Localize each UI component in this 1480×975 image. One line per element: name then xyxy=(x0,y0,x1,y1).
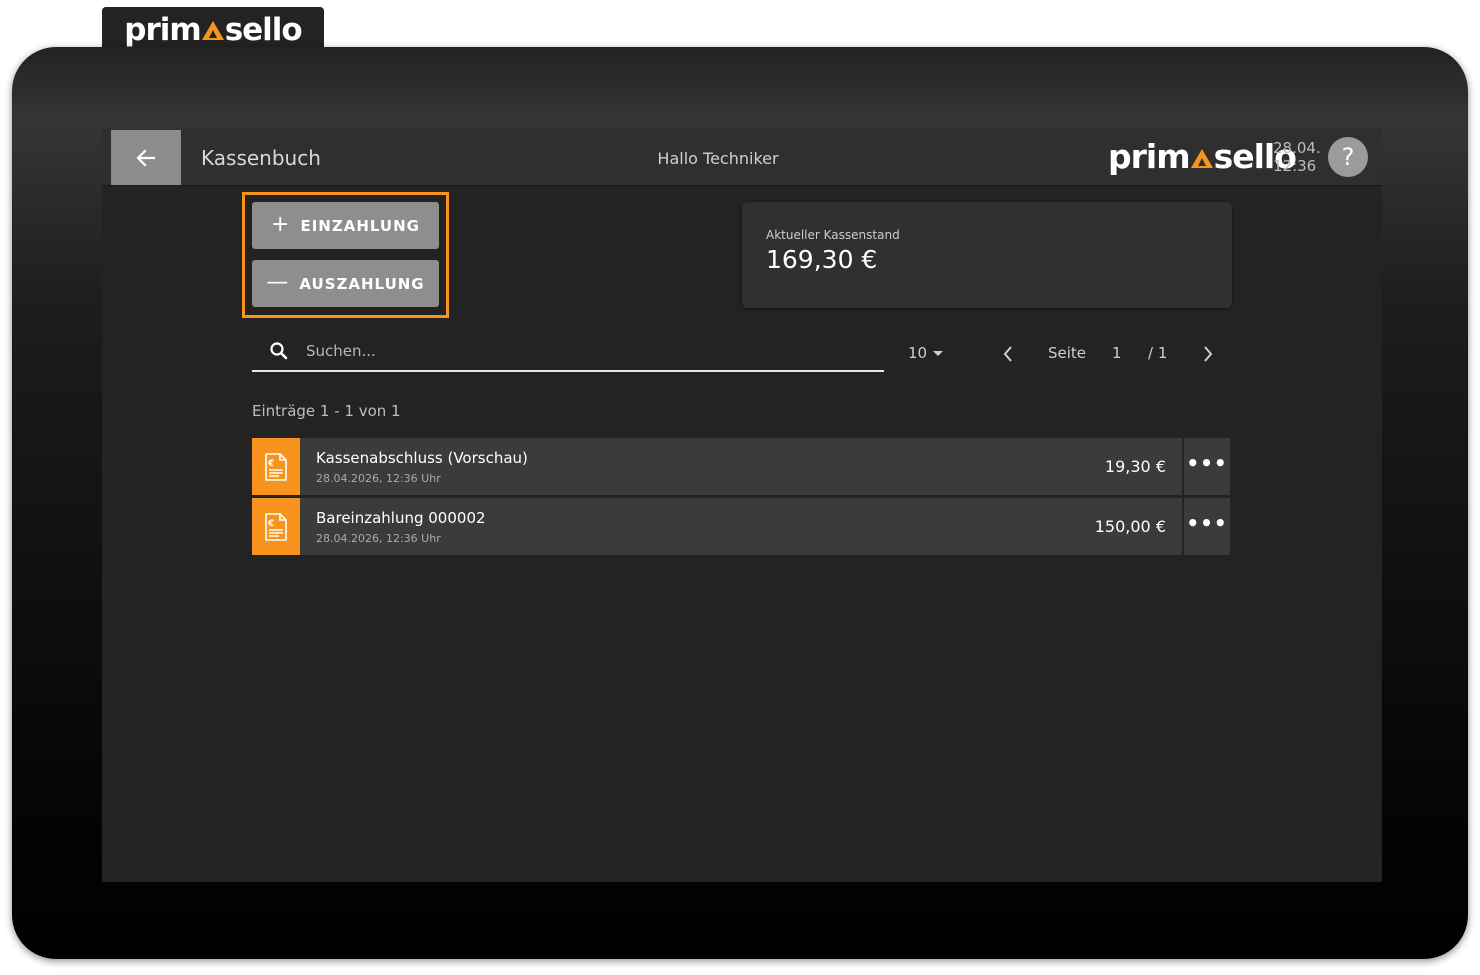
entry-title: Kassenabschluss (Vorschau) xyxy=(316,449,528,467)
svg-text:€: € xyxy=(267,519,274,529)
entry-title: Bareinzahlung 000002 xyxy=(316,509,486,527)
euro-document-icon: € xyxy=(252,498,300,555)
current-date: 28.04. xyxy=(1273,139,1321,157)
cash-balance-card: Aktueller Kassenstand 169,30 € xyxy=(742,202,1232,308)
entry-amount: 150,00 € xyxy=(1094,517,1166,536)
entries-count: Einträge 1 - 1 von 1 xyxy=(252,402,401,420)
more-options-button[interactable]: ••• xyxy=(1182,438,1230,495)
chevron-left-icon xyxy=(1003,346,1012,362)
next-page-button[interactable] xyxy=(1198,343,1218,365)
logo-text-prim: prim xyxy=(124,12,201,48)
search-input[interactable] xyxy=(306,335,866,367)
previous-page-button[interactable] xyxy=(998,343,1018,365)
chevron-right-icon xyxy=(1204,346,1213,362)
more-dots-icon: ••• xyxy=(1186,510,1228,535)
top-bar: Kassenbuch Hallo Techniker prim sello 28.… xyxy=(102,129,1382,186)
balance-label: Aktueller Kassenstand xyxy=(766,228,900,242)
more-dots-icon: ••• xyxy=(1186,450,1228,475)
plus-icon: + xyxy=(271,211,291,237)
screen: Kassenbuch Hallo Techniker prim sello 28.… xyxy=(102,129,1382,882)
deposit-button[interactable]: + EINZAHLUNG xyxy=(252,202,439,249)
entry-date: 28.04.2026, 12:36 Uhr xyxy=(316,472,441,485)
per-page-value: 10 xyxy=(908,344,928,362)
caret-down-icon xyxy=(933,350,944,356)
entry-date: 28.04.2026, 12:36 Uhr xyxy=(316,532,441,545)
current-time: 12:36 xyxy=(1273,157,1317,175)
withdraw-button[interactable]: — AUSZAHLUNG xyxy=(252,260,439,307)
header-logo: prim sello xyxy=(1108,137,1297,176)
minus-icon: — xyxy=(266,269,290,295)
search-field xyxy=(252,333,884,372)
logo-text-sello: sello xyxy=(224,12,303,48)
current-page[interactable]: 1 xyxy=(1112,344,1122,362)
logo-text-prim: prim xyxy=(1108,137,1191,176)
total-pages: / 1 xyxy=(1148,344,1168,362)
page-label: Seite xyxy=(1048,344,1087,362)
svg-text:€: € xyxy=(267,459,274,469)
primasello-logo: prim sello xyxy=(124,12,303,48)
help-button[interactable]: ? xyxy=(1328,137,1368,177)
logo-a-mark-icon xyxy=(1190,149,1213,168)
logo-a-mark-icon xyxy=(201,21,224,40)
euro-document-icon: € xyxy=(252,438,300,495)
search-icon xyxy=(270,342,288,360)
withdraw-button-label: AUSZAHLUNG xyxy=(299,274,425,293)
list-item[interactable]: € Bareinzahlung 000002 28.04.2026, 12:36… xyxy=(252,498,1230,555)
per-page-select[interactable]: 10 xyxy=(908,344,944,362)
deposit-button-label: EINZAHLUNG xyxy=(300,216,420,235)
cash-actions-highlight: + EINZAHLUNG — AUSZAHLUNG xyxy=(242,192,449,318)
entry-amount: 19,30 € xyxy=(1104,457,1166,476)
more-options-button[interactable]: ••• xyxy=(1182,498,1230,555)
list-item[interactable]: € Kassenabschluss (Vorschau) 28.04.2026,… xyxy=(252,438,1230,495)
date-time: 28.04. 12:36 xyxy=(1273,139,1321,175)
balance-value: 169,30 € xyxy=(766,245,878,274)
